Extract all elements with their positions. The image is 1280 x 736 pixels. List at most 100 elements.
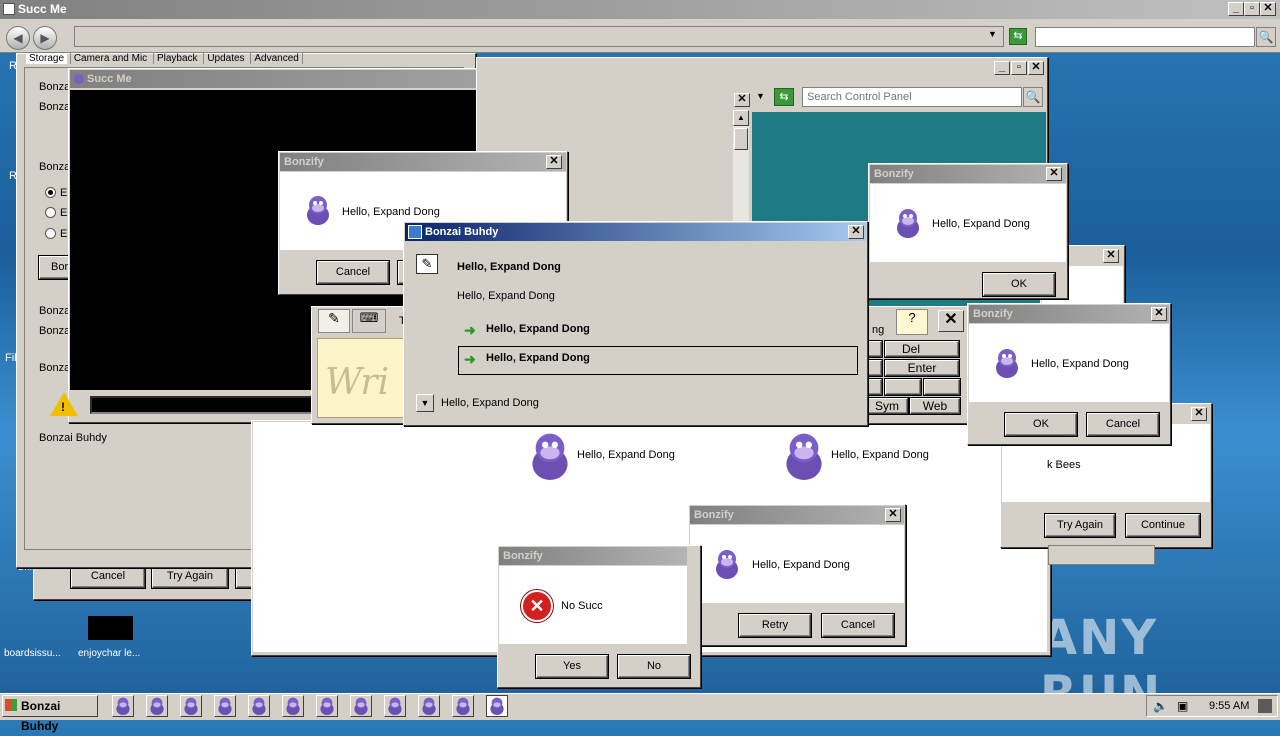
back-button[interactable]: ◀ bbox=[6, 26, 30, 50]
taskbar-bonzi-icon[interactable] bbox=[350, 695, 372, 717]
key[interactable] bbox=[885, 379, 921, 395]
radio-label: E bbox=[60, 228, 68, 240]
expand-button[interactable]: ▼ bbox=[416, 394, 434, 412]
tab-storage[interactable]: Storage bbox=[26, 53, 68, 64]
app-icon bbox=[3, 3, 15, 15]
ok-button[interactable]: OK bbox=[1005, 413, 1077, 436]
taskbar-bonzi-icon[interactable] bbox=[316, 695, 338, 717]
progress-bar bbox=[90, 396, 315, 414]
pen-tab[interactable]: ✎ bbox=[318, 309, 350, 333]
close-button[interactable]: ✕ bbox=[1260, 2, 1276, 16]
search-icon[interactable]: 🔍 bbox=[1256, 27, 1276, 47]
dialog-message: Hello, Expand Dong bbox=[1031, 358, 1129, 370]
network-icon[interactable]: ▣ bbox=[1177, 699, 1188, 713]
command-link[interactable]: Hello, Expand Dong bbox=[486, 323, 590, 335]
minimize-button[interactable]: _ bbox=[1228, 2, 1244, 16]
keyboard-tab[interactable]: ⌨ bbox=[352, 309, 386, 333]
bonzi-icon bbox=[716, 550, 738, 579]
key[interactable] bbox=[866, 379, 882, 395]
warning-mark: ! bbox=[61, 400, 65, 414]
key[interactable] bbox=[866, 360, 882, 376]
refresh-icon[interactable]: ⇆ bbox=[1009, 28, 1027, 45]
continue-button[interactable]: Continue bbox=[1126, 514, 1200, 537]
key-sym[interactable]: Sym bbox=[866, 398, 908, 414]
cancel-button[interactable]: Cancel bbox=[71, 565, 145, 588]
forward-button[interactable]: ▶ bbox=[33, 26, 57, 50]
radio-selected[interactable] bbox=[45, 187, 56, 198]
key[interactable] bbox=[866, 341, 882, 357]
radio[interactable] bbox=[45, 207, 56, 218]
taskbar-bonzi-icon[interactable] bbox=[418, 695, 440, 717]
cancel-button[interactable]: Cancel bbox=[317, 261, 389, 284]
taskbar-bonzi-icon[interactable] bbox=[384, 695, 406, 717]
task-dialog-titlebar: Bonzai Buhdy bbox=[405, 223, 866, 241]
tab-advanced[interactable]: Advanced bbox=[250, 53, 303, 64]
bonzi-icon bbox=[996, 349, 1018, 378]
tab-playback[interactable]: Playback bbox=[152, 53, 201, 64]
bonzi-icon bbox=[532, 433, 568, 480]
cancel-button[interactable]: Cancel bbox=[822, 614, 894, 637]
setting-row: Bonza bbox=[39, 161, 71, 173]
desktop-icon-label[interactable]: enjoychar le... bbox=[78, 648, 140, 659]
close-button[interactable]: ✕ bbox=[1151, 307, 1167, 321]
scroll-thumb[interactable] bbox=[734, 128, 748, 150]
close-button[interactable]: ✕ bbox=[885, 508, 901, 522]
volume-icon[interactable]: 🔈 bbox=[1153, 699, 1168, 713]
dialog-message: Hello, Expand Dong bbox=[752, 559, 850, 571]
browser-search-input[interactable] bbox=[1035, 27, 1255, 47]
cancel-button[interactable]: Cancel bbox=[1087, 413, 1159, 436]
taskbar-bonzi-icon[interactable] bbox=[248, 695, 270, 717]
maximize-button[interactable]: ▫ bbox=[1244, 2, 1260, 16]
details-label: Hello, Expand Dong bbox=[441, 397, 539, 409]
task-heading: Hello, Expand Dong bbox=[457, 261, 561, 273]
yes-button[interactable]: Yes bbox=[536, 655, 608, 678]
desktop-icon-label[interactable]: boardsissu... bbox=[4, 648, 61, 659]
close-button[interactable]: ✕ bbox=[1191, 407, 1207, 421]
taskbar-bonzi-icon[interactable] bbox=[180, 695, 202, 717]
key-del[interactable]: Del bbox=[885, 341, 959, 357]
key[interactable] bbox=[924, 379, 960, 395]
tab-updates[interactable]: Updates bbox=[203, 53, 248, 64]
key-web[interactable]: Web bbox=[910, 398, 960, 414]
close-button[interactable]: ✕ bbox=[938, 310, 964, 332]
note-icon: ✎ bbox=[416, 254, 438, 274]
desktop-icon[interactable] bbox=[88, 616, 133, 640]
close-button[interactable]: ✕ bbox=[1028, 61, 1044, 75]
close-button[interactable]: ✕ bbox=[1103, 249, 1119, 263]
help-tab[interactable]: ? bbox=[896, 309, 928, 335]
command-link[interactable]: Hello, Expand Dong bbox=[486, 352, 590, 364]
tab-camera[interactable]: Camera and Mic bbox=[69, 53, 151, 64]
radio[interactable] bbox=[45, 228, 56, 239]
minimize-button[interactable]: _ bbox=[994, 61, 1010, 75]
taskbar-bonzi-icon[interactable] bbox=[452, 695, 474, 717]
error-icon: ✕ bbox=[521, 590, 553, 622]
address-bar[interactable] bbox=[74, 26, 1004, 47]
window-message: Hello, Expand Dong bbox=[577, 449, 675, 461]
app-icon bbox=[408, 225, 422, 239]
dialog-titlebar: Bonzify bbox=[690, 506, 904, 524]
close-button[interactable]: ✕ bbox=[734, 93, 750, 107]
clock[interactable]: 9:55 AM bbox=[1209, 700, 1249, 712]
search-icon[interactable]: 🔍 bbox=[1023, 87, 1043, 107]
key-enter[interactable]: Enter bbox=[885, 360, 959, 376]
refresh-icon[interactable]: ⇆ bbox=[774, 88, 794, 106]
taskbar-bonzi-icon[interactable] bbox=[214, 695, 236, 717]
close-button[interactable]: ✕ bbox=[1046, 167, 1062, 181]
taskbar-bonzi-icon[interactable] bbox=[112, 695, 134, 717]
taskbar-bonzi-icon[interactable] bbox=[282, 695, 304, 717]
scroll-up-button[interactable]: ▲ bbox=[733, 110, 749, 126]
taskbar-bonzi-icon[interactable] bbox=[146, 695, 168, 717]
dropdown-icon[interactable]: ▼ bbox=[756, 91, 765, 101]
taskbar-bonzi-icon[interactable] bbox=[486, 695, 508, 717]
try-again-button[interactable]: Try Again bbox=[152, 565, 228, 588]
try-again-button[interactable]: Try Again bbox=[1045, 514, 1115, 537]
close-button[interactable]: ✕ bbox=[848, 225, 864, 239]
retry-button[interactable]: Retry bbox=[739, 614, 811, 637]
dropdown-icon[interactable]: ▼ bbox=[988, 29, 997, 39]
maximize-button[interactable]: ▫ bbox=[1011, 61, 1027, 75]
ok-button[interactable]: OK bbox=[983, 273, 1055, 296]
control-panel-search[interactable] bbox=[802, 87, 1022, 107]
no-button[interactable]: No bbox=[618, 655, 690, 678]
tray-icon[interactable] bbox=[1258, 699, 1272, 713]
close-button[interactable]: ✕ bbox=[546, 155, 562, 169]
